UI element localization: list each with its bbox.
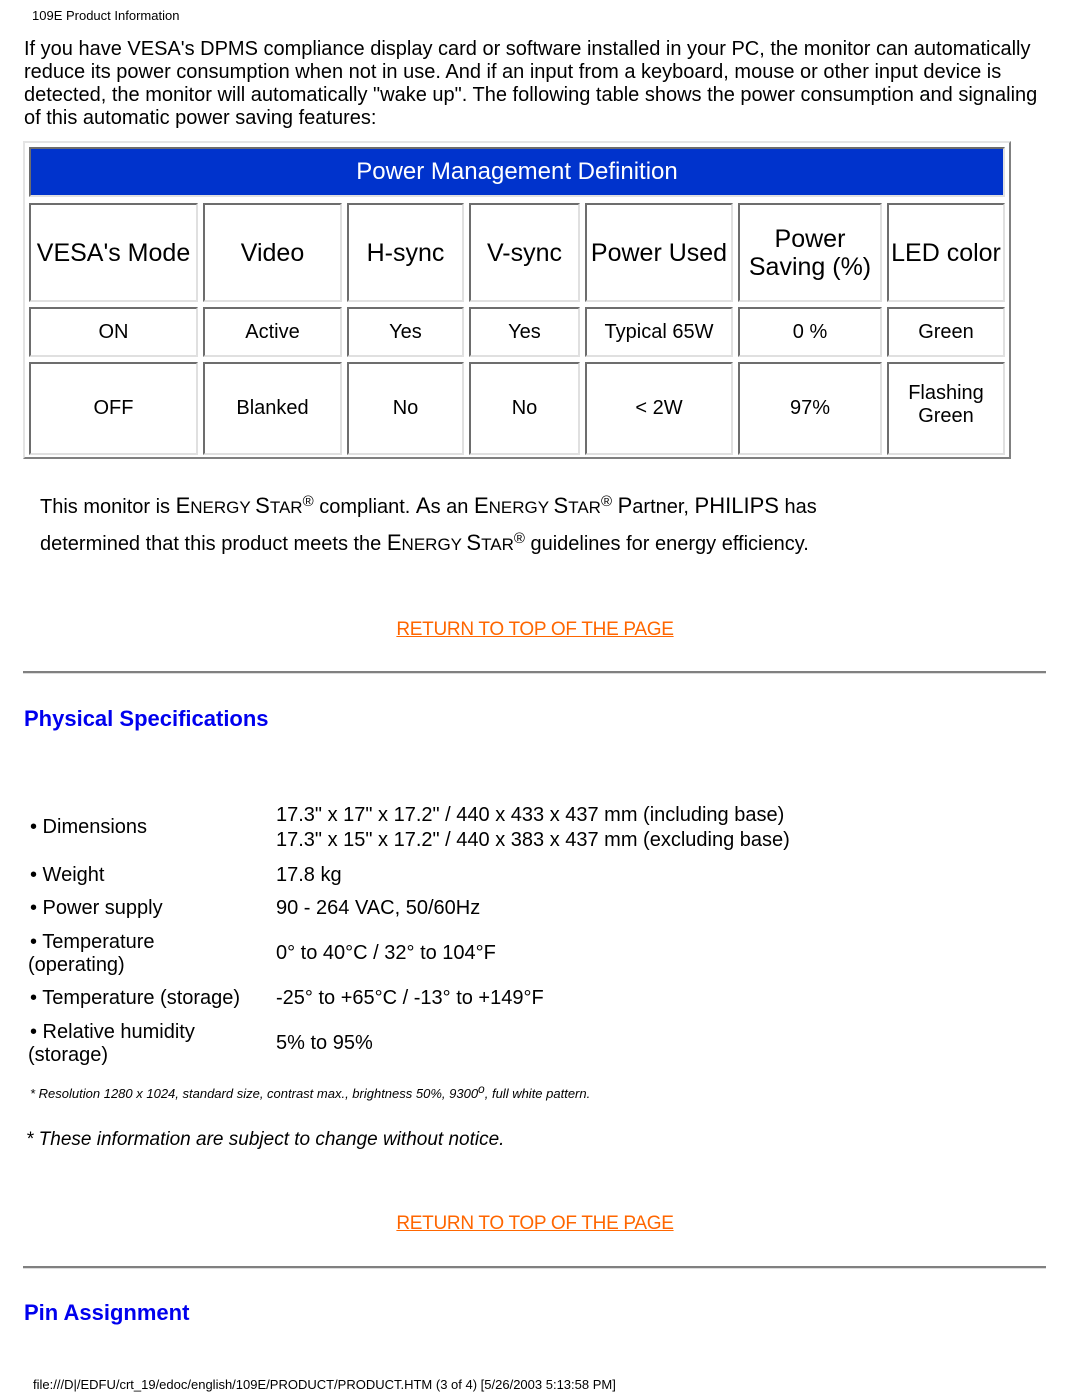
table-cell-hsync: No [347,362,464,455]
registered-mark: ® [600,493,613,510]
table-cell-led-color: Green [887,307,1005,357]
spec-label: • Relative humidity (storage) [28,1021,268,1067]
header-power-saving: Power Saving (%) [738,203,882,302]
table-cell-power-used: < 2W [585,362,733,455]
led-color-line2: Green [918,404,974,427]
page-header: 109E Product Information [32,8,180,23]
header-power-used: Power Used [585,203,733,302]
header-hsync: H-sync [347,203,464,302]
section-divider [23,671,1046,674]
header-vsync: V-sync [469,203,580,302]
spec-label-line: (operating) [28,954,125,976]
section-divider [23,1266,1046,1269]
spec-value: 90 - 264 VAC, 50/60Hz [276,897,481,919]
return-to-top-link[interactable]: RETURN TO TOP OF THE PAGE [0,619,1070,641]
table-cell-video: Active [203,307,342,357]
table-cell-mode: OFF [29,362,198,455]
energy-text: E [386,530,402,555]
spec-label: • Dimensions [30,816,148,838]
header-vesa-mode: VESA's Mode [29,203,198,302]
energy-text: S [466,530,482,555]
energy-text: artner, [632,496,695,518]
spec-row-temperature-operating: • Temperature (operating) 0° to 40°C / 3… [28,931,930,979]
spec-row-relative-humidity: • Relative humidity (storage) 5% to 95% [28,1021,930,1069]
table-cell-power-saving: 0 % [738,307,882,357]
registered-mark: ® [513,530,525,547]
resolution-footnote: * Resolution 1280 x 1024, standard size,… [30,1082,590,1101]
change-notice: * These information are subject to chang… [26,1129,505,1150]
energy-text: compliant. [313,496,416,518]
degree-mark: o [478,1082,485,1096]
spec-label: • Weight [30,864,105,886]
energy-text: E [473,493,489,518]
spec-row-weight: • Weight 17.8 kg [30,864,930,888]
footnote-text: * Resolution 1280 x 1024, standard size,… [30,1086,479,1101]
spec-label-line: • Relative humidity [30,1021,195,1043]
energy-text: has [778,496,817,518]
energy-text: S [255,493,270,518]
energy-text: NERGY [190,498,256,517]
header-video: Video [203,203,342,302]
table-cell-mode: ON [29,307,198,357]
registered-mark: ® [302,493,314,510]
spec-label-line: (storage) [28,1044,109,1066]
spec-value: 17.3" x 17" x 17.2" / 440 x 433 x 437 mm… [276,804,916,852]
spec-value: 5% to 95% [276,1032,373,1054]
header-led-color: LED color [887,203,1005,302]
table-cell-power-used: Typical 65W [585,307,733,357]
spec-value-line: 17.3" x 17" x 17.2" / 440 x 433 x 437 mm… [276,804,785,826]
energy-text: NERGY [401,535,467,554]
pin-assignment-heading: Pin Assignment [24,1300,190,1325]
header-power-saving-line1: Power [774,224,846,253]
energy-text: A [415,493,431,518]
led-color-line1: Flashing [908,381,984,404]
energy-text: This monitor is [40,496,176,518]
page-footer: file:///D|/EDFU/crt_19/edoc/english/109E… [33,1377,616,1392]
power-table-title: Power Management Definition [29,147,1005,197]
energy-text: guidelines for energy efficiency. [524,533,809,555]
table-cell-video: Blanked [203,362,342,455]
spec-value: 0° to 40°C / 32° to 104°F [276,942,496,964]
spec-label: • Temperature (storage) [30,987,241,1009]
table-cell-vsync: No [469,362,580,455]
physical-specifications-heading: Physical Specifications [24,706,269,731]
energy-text: TAR [481,535,514,554]
energy-text: S [553,493,569,518]
table-cell-power-saving: 97% [738,362,882,455]
power-management-table: Power Management Definition VESA's Mode … [23,141,1011,459]
energy-text: P [617,493,633,518]
spec-row-power-supply: • Power supply 90 - 264 VAC, 50/60Hz [30,897,930,921]
table-cell-hsync: Yes [347,307,464,357]
spec-value-line: 17.3" x 15" x 17.2" / 440 x 383 x 437 mm… [276,829,790,851]
table-cell-led-color: Flashing Green [887,362,1005,455]
footnote-text: , full white pattern. [484,1086,591,1101]
energy-text: TAR [568,498,601,517]
spec-value: -25° to +65°C / -13° to +149°F [276,987,544,1009]
spec-row-dimensions: • Dimensions 17.3" x 17" x 17.2" / 440 x… [30,804,930,854]
philips-brand: PHILIPS [694,493,779,518]
energy-text: E [175,493,191,518]
header-power-saving-line2: Saving (%) [748,252,872,281]
spec-value: 17.8 kg [276,864,342,886]
energy-text: NERGY [488,498,554,517]
return-to-top-link[interactable]: RETURN TO TOP OF THE PAGE [0,1213,1070,1235]
energy-star-statement: This monitor is ENERGY STAR® compliant. … [40,486,1040,560]
energy-text: TAR [269,498,303,517]
intro-paragraph: If you have VESA's DPMS compliance displ… [24,38,1038,129]
spec-label: • Power supply [30,897,163,919]
table-cell-vsync: Yes [469,307,580,357]
energy-text: determined that this product meets the [40,533,387,555]
energy-text: s an [430,496,474,518]
spec-label-line: • Temperature [30,931,155,953]
spec-label: • Temperature (operating) [28,931,268,977]
spec-row-temperature-storage: • Temperature (storage) -25° to +65°C / … [30,987,930,1011]
